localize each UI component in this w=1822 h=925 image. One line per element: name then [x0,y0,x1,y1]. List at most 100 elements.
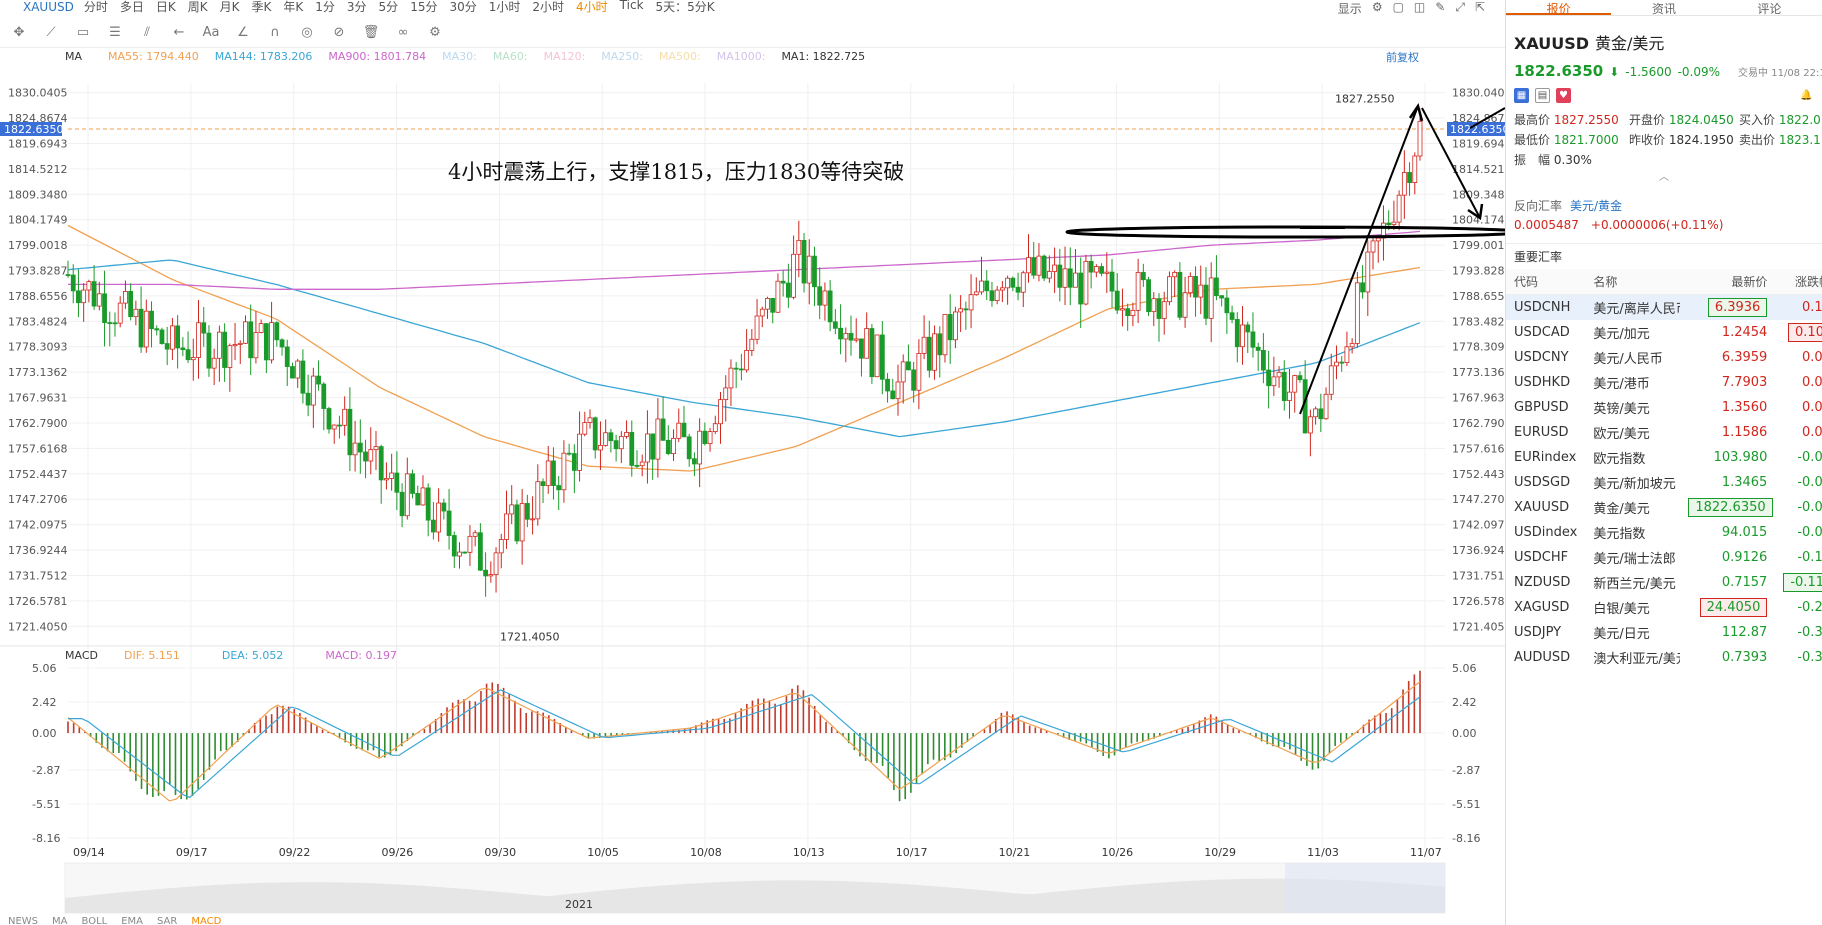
period-14[interactable]: 4小时 [576,0,608,15]
ruler-icon[interactable]: ∠ [232,23,254,43]
pen-icon[interactable]: ✎ [1435,0,1445,17]
text-tool-icon[interactable]: Aa [200,23,222,43]
ma-legend-item[interactable]: MA30: [442,50,477,63]
fullscreen-icon[interactable]: ⤢ [1455,0,1465,17]
tab-sar[interactable]: SAR [157,916,177,925]
fx-header-cell[interactable]: 名称 [1585,269,1681,295]
hide-icon[interactable]: ⊘ [328,23,350,43]
reverse-pair[interactable]: 美元/黄金 [1570,199,1622,213]
tab-boll[interactable]: BOLL [82,916,108,925]
ma-indicator-label[interactable]: MA [65,50,82,63]
link-icon[interactable]: ∞ [392,23,414,43]
period-3[interactable]: 周K [188,0,208,15]
heart-icon[interactable]: ♥ [1556,88,1571,103]
ma-legend-item[interactable]: MA1000: [717,50,766,63]
candle-body [1208,277,1214,319]
period-15[interactable]: Tick [620,0,644,15]
line-tool-icon[interactable]: ⟋ [40,23,62,43]
magnet-icon[interactable]: ∩ [264,23,286,43]
display-menu[interactable]: 显示 ⚙ ▢ ◫ ✎ ⤢ ⇱ [1338,0,1485,17]
note-icon[interactable]: ▤ [1535,88,1550,103]
panel-tab[interactable]: 资讯 [1611,0,1716,16]
exit-icon[interactable]: ⇱ [1475,0,1485,17]
rect-tool-icon[interactable]: ▭ [72,23,94,43]
ma-legend-items: MA55: 1794.440 MA144: 1783.206 MA900: 1801… [108,50,865,63]
fib-tool-icon[interactable]: ☰ [104,23,126,43]
ma-legend-item[interactable]: MA250: [601,50,643,63]
table-row[interactable]: EURUSD 欧元/美元 1.1586 0.02 [1506,420,1822,445]
ma-legend-item[interactable]: MA1: 1822.725 [781,50,865,63]
period-6[interactable]: 年K [283,0,303,15]
bell-icon[interactable]: 🔔 [1799,88,1814,103]
candle-body [1198,284,1204,298]
macd-indicator-label[interactable]: MACD [65,649,98,662]
tab-ma[interactable]: MA [52,916,67,925]
candle-body [827,290,833,323]
tab-ema[interactable]: EMA [121,916,143,925]
crosshair-icon[interactable]: ✥ [8,23,30,43]
period-1[interactable]: 多日 [120,0,144,15]
ma-legend-item[interactable]: MA55: 1794.440 [108,50,199,63]
symbol-link[interactable]: XAUUSD [23,0,74,14]
table-row[interactable]: USDCNY 美元/人民币 6.3959 0.09 [1506,345,1822,370]
table-row[interactable]: USDSGD 美元/新加坡元 1.3465 -0.05 [1506,470,1822,495]
table-row[interactable]: GBPUSD 英镑/美元 1.3560 0.01 [1506,395,1822,420]
period-0[interactable]: 分时 [84,0,108,15]
channel-tool-icon[interactable]: ⫽ [136,23,158,43]
table-row[interactable]: USDCNH美元/离岸人民币6.39360.10 [1506,294,1822,320]
candle-body [817,286,823,306]
candle-body [326,408,332,430]
period-7[interactable]: 1分 [315,0,335,15]
collapse-icon[interactable]: ︿ [1514,168,1814,183]
table-row[interactable]: USDJPY 美元/日元 112.87 -0.31 [1506,620,1822,645]
period-8[interactable]: 3分 [347,0,367,15]
period-2[interactable]: 日K [156,0,176,15]
table-row[interactable]: USDCHF 美元/瑞士法郎 0.9126 -0.12 [1506,545,1822,570]
period-10[interactable]: 15分 [410,0,437,15]
table-row[interactable]: USDHKD 美元/港币 7.7903 0.03 [1506,370,1822,395]
fx-header-cell[interactable]: 最新价 [1680,269,1776,295]
adjust-label[interactable]: 前复权 [1386,49,1419,65]
table-row[interactable]: AUDUSD 澳大利亚元/美元 0.7393 -0.35 [1506,645,1822,670]
settings-icon[interactable]: ⚙ [1372,0,1383,17]
calendar-icon[interactable]: ▦ [1514,88,1529,103]
table-row[interactable]: EURindex 欧元指数 103.980 -0.03 [1506,445,1822,470]
table-row[interactable]: USDCAD 美元/加元 1.2454 0.10 [1506,320,1822,345]
tab-news[interactable]: NEWS [8,916,38,925]
chart-area[interactable]: 1830.04051830.04051824.86741824.86741819… [0,48,1505,925]
fx-header-cell[interactable]: 涨跌幅 [1775,269,1822,295]
table-row[interactable]: XAUUSD 黄金/美元 1822.6350 -0.09 [1506,495,1822,520]
period-11[interactable]: 30分 [449,0,476,15]
panel-tab[interactable]: 评论 [1717,0,1822,16]
candle-body [1297,375,1303,381]
candle-body [404,473,410,517]
period-4[interactable]: 月K [220,0,240,15]
period-12[interactable]: 1小时 [489,0,521,15]
table-row[interactable]: USDindex 美元指数 94.015 -0.08 [1506,520,1822,545]
period-13[interactable]: 2小时 [532,0,564,15]
period-5[interactable]: 季K [252,0,272,15]
toolbar-settings-icon[interactable]: ⚙ [424,23,446,43]
ma-legend-item[interactable]: MA900: 1801.784 [328,50,426,63]
period-16[interactable]: 5天：5分K [656,0,715,15]
ma-legend-item[interactable]: MA500: [659,50,701,63]
camera-icon[interactable]: ◫ [1414,0,1425,17]
arrow-tool-icon[interactable]: ← [168,23,190,43]
candle-body [587,417,593,424]
lock-icon[interactable]: ◎ [296,23,318,43]
table-row[interactable]: NZDUSD 新西兰元/美元 0.7157 -0.11 [1506,570,1822,595]
price-tick-left: 1762.7900 [8,417,68,430]
fx-pct: 0.10 [1775,294,1822,320]
panel-tab[interactable]: 报价 [1506,0,1612,16]
fx-header-cell[interactable]: 代码 [1506,269,1586,295]
tab-macd[interactable]: MACD [191,916,221,925]
trash-icon[interactable]: 🗑 [360,23,382,43]
ma-legend-item[interactable]: MA144: 1783.206 [215,50,313,63]
ma-legend-item[interactable]: MA120: [544,50,586,63]
candle-body [1307,416,1313,434]
layout-icon[interactable]: ▢ [1393,0,1404,17]
candle-body [796,240,802,255]
period-9[interactable]: 5分 [379,0,399,15]
table-row[interactable]: XAGUSD 白银/美元 24.4050 -0.25 [1506,595,1822,620]
ma-legend-item[interactable]: MA60: [493,50,528,63]
